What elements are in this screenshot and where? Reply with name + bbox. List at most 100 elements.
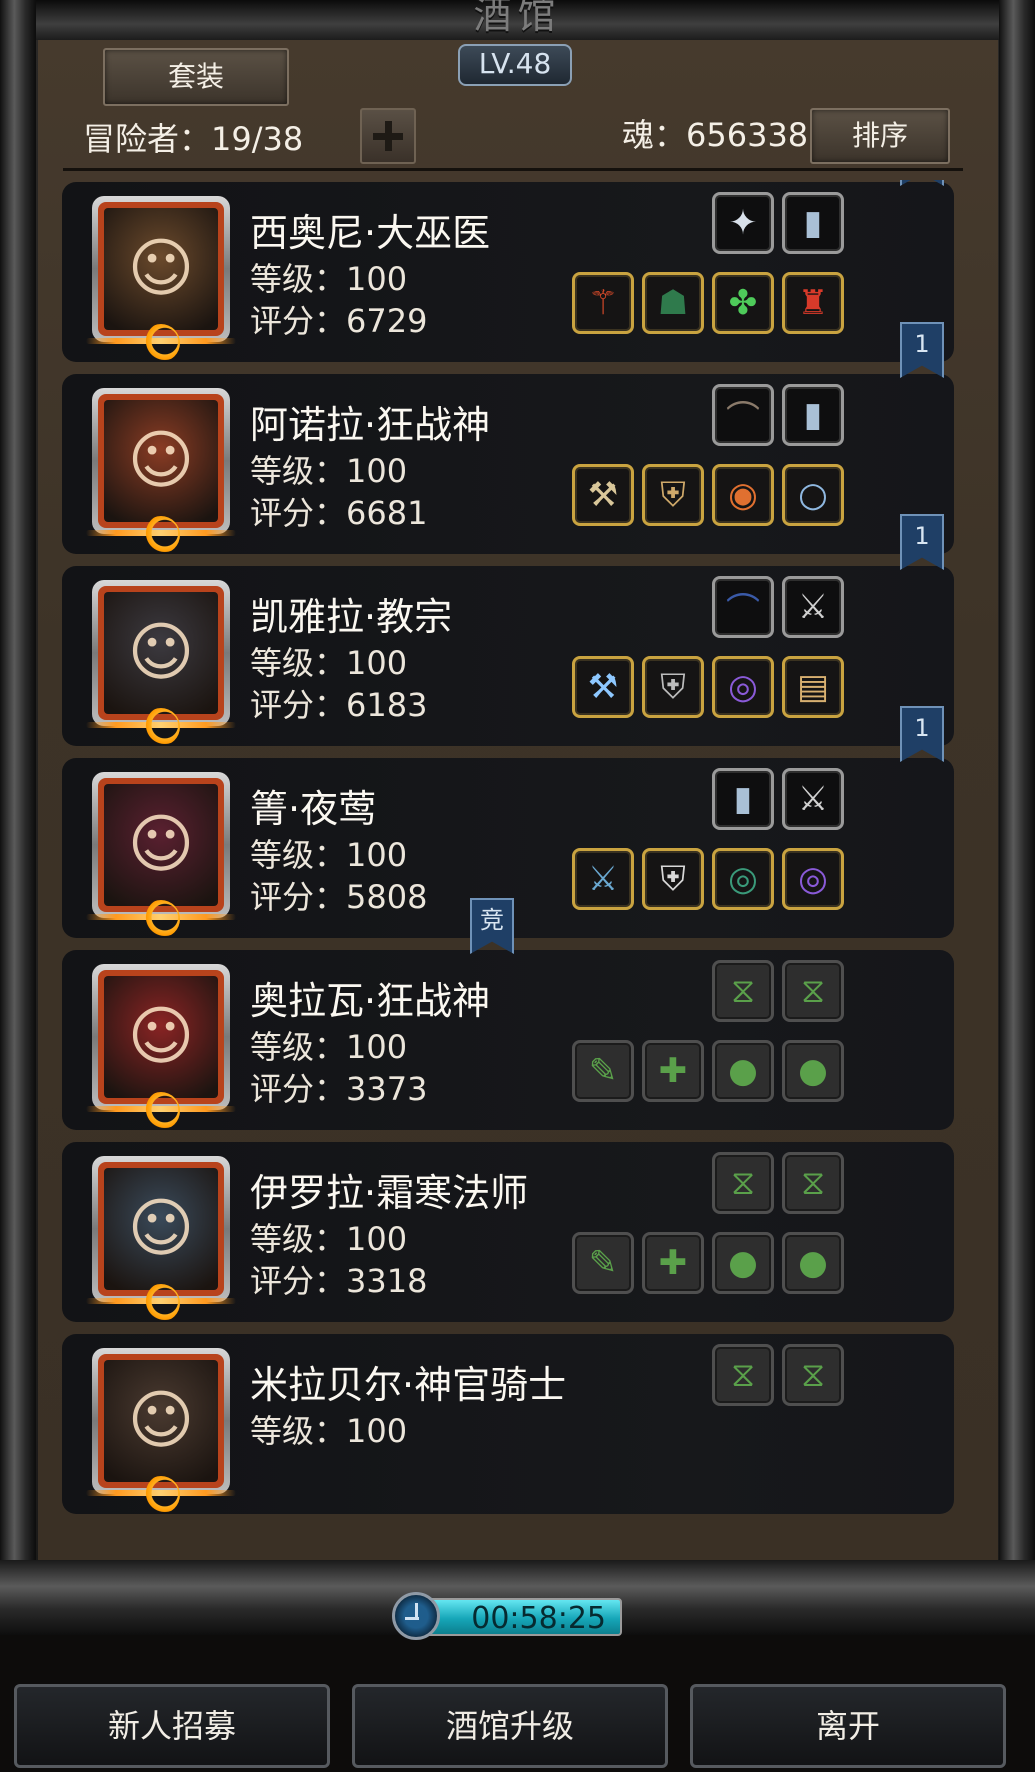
empty-weapon-icon[interactable]: ✎ [572, 1232, 634, 1294]
gem-icon[interactable]: ✤ [712, 272, 774, 334]
moon-icon [142, 1092, 180, 1130]
soul-currency: 魂：656338 [622, 116, 809, 154]
frame-left-border [0, 0, 36, 1600]
moon-icon [142, 900, 180, 938]
hero-card[interactable]: ☺ 伊罗拉·霜寒法师 等级：100 评分：3318 ⧖ ⧖ ✎ ✚ ● ● [62, 1142, 954, 1322]
sword-icon[interactable]: ⚔ [572, 848, 634, 910]
hero-card[interactable]: ☺ 奥拉瓦·狂战神 等级：100 评分：3373 ⧖ ⧖ ✎ ✚ ● ● [62, 950, 954, 1130]
empty-slot-icon[interactable]: ⧖ [712, 1344, 774, 1406]
timer-value: 00:58:25 [422, 1598, 622, 1636]
hero-avatar: ☺ [104, 1168, 218, 1290]
book-icon[interactable]: ▮ [782, 384, 844, 446]
hero-portrait[interactable]: ☺ [86, 1156, 236, 1322]
hero-portrait[interactable]: ☺ [86, 388, 236, 554]
hero-portrait[interactable]: ☺ [86, 1348, 236, 1514]
book-icon[interactable]: ▮ [712, 768, 774, 830]
empty-ring-icon[interactable]: ● [782, 1232, 844, 1294]
hero-card[interactable]: ☺ 凯雅拉·教宗等级：100 评分：6183 ⌒ ⚔ ⚒ ⛨ ◎ ▤ [62, 566, 954, 746]
bracer-icon[interactable]: ⌒ [712, 384, 774, 446]
amulet-icon[interactable]: ◉ [712, 464, 774, 526]
hero-name: 凯雅拉·教宗 [250, 595, 453, 639]
moon-icon [142, 1476, 180, 1514]
moon-icon [142, 324, 180, 362]
hero-card[interactable]: ☺ 米拉贝尔·神官骑士等级：100 ⧖ ⧖ [62, 1334, 954, 1514]
hammer-icon[interactable]: ⚒ [572, 656, 634, 718]
scroll-icon[interactable]: ▤ [782, 656, 844, 718]
armor-icon[interactable]: ⛨ [642, 464, 704, 526]
sigil-icon[interactable]: ✦ [712, 192, 774, 254]
hero-portrait[interactable]: ☺ [86, 196, 236, 362]
hero-avatar: ☺ [104, 784, 218, 906]
cloak-icon[interactable]: ☗ [642, 272, 704, 334]
empty-armor-icon[interactable]: ✚ [642, 1040, 704, 1102]
coat-icon[interactable]: ⛨ [642, 656, 704, 718]
hero-name: 奥拉瓦·狂战神 [250, 979, 491, 1023]
hero-name: 阿诺拉·狂战神 [250, 403, 491, 447]
adventurer-count: 冒险者：19/38 [83, 120, 304, 158]
empty-ring-icon[interactable]: ● [782, 1040, 844, 1102]
hero-level: 等级：100 [250, 260, 408, 298]
hero-level: 等级：100 [250, 1028, 408, 1066]
empty-slot-icon[interactable]: ⧖ [782, 1152, 844, 1214]
dagger-icon[interactable]: ⚔ [782, 576, 844, 638]
sort-button[interactable]: 排序 [810, 108, 950, 164]
hero-score: 评分：6183 [250, 686, 428, 724]
hero-card[interactable]: ☺ 西奥尼·大巫医等级：100 评分：6729 ✦ ▮ ⚚ ☗ ✤ ♜ [62, 182, 954, 362]
bangle-icon[interactable]: ◎ [782, 848, 844, 910]
staff-icon[interactable]: ⚚ [572, 272, 634, 334]
ring-icon[interactable]: ○ [782, 464, 844, 526]
tavern-upgrade-button[interactable]: 酒馆升级 [352, 1684, 668, 1768]
robe-icon[interactable]: ♜ [782, 272, 844, 334]
hero-avatar: ☺ [104, 208, 218, 330]
axe-icon[interactable]: ⚒ [572, 464, 634, 526]
hero-score: 评分：6681 [250, 494, 428, 532]
suit-button[interactable]: 套装 [103, 48, 289, 106]
add-adventurer-slot-button[interactable] [360, 108, 416, 164]
empty-slot-icon[interactable]: ⧖ [782, 1344, 844, 1406]
empty-ring-icon[interactable]: ● [712, 1232, 774, 1294]
clock-icon [392, 1592, 440, 1640]
hero-name: 米拉贝尔·神官骑士 [250, 1363, 567, 1407]
book-icon[interactable]: ▮ [782, 192, 844, 254]
header-divider [63, 168, 963, 171]
empty-slot-icon[interactable]: ⧖ [712, 1152, 774, 1214]
rank-flag: 1 [900, 706, 944, 762]
hero-name: 伊罗拉·霜寒法师 [250, 1171, 529, 1215]
hero-score: 评分：3318 [250, 1262, 428, 1300]
tavern-level-badge: LV.48 [458, 44, 572, 86]
bow-icon[interactable]: ⌒ [712, 576, 774, 638]
hero-level: 等级：100 [250, 1412, 408, 1450]
hero-score: 评分：6729 [250, 302, 428, 340]
moon-icon [142, 708, 180, 746]
bangle-icon[interactable]: ◎ [712, 656, 774, 718]
hero-avatar: ☺ [104, 1360, 218, 1482]
hero-portrait[interactable]: ☺ [86, 964, 236, 1130]
frame-right-border [999, 0, 1035, 1600]
hero-portrait[interactable]: ☺ [86, 580, 236, 746]
hero-list[interactable]: ☺西奥尼·大巫医等级：100评分：6729✦▮⚚☗✤♜1☺阿诺拉·狂战神等级：1… [58, 180, 978, 1568]
hero-level: 等级：100 [250, 452, 408, 490]
hero-score: 评分：5808 [250, 878, 428, 916]
hero-avatar: ☺ [104, 400, 218, 522]
panel-title: 酒馆 [473, 0, 562, 37]
moon-icon [142, 516, 180, 554]
empty-slot-icon[interactable]: ⧖ [712, 960, 774, 1022]
bracelet-icon[interactable]: ◎ [712, 848, 774, 910]
dagger-icon[interactable]: ⚔ [782, 768, 844, 830]
rank-flag: 1 [900, 514, 944, 570]
leave-button[interactable]: 离开 [690, 1684, 1006, 1768]
hero-level: 等级：100 [250, 644, 408, 682]
hero-avatar: ☺ [104, 976, 218, 1098]
vest-icon[interactable]: ⛨ [642, 848, 704, 910]
refresh-timer: 00:58:25 [392, 1590, 636, 1640]
empty-weapon-icon[interactable]: ✎ [572, 1040, 634, 1102]
hero-card[interactable]: ☺ 阿诺拉·狂战神等级：100 评分：6681 ⌒ ▮ ⚒ ⛨ ◉ ○ [62, 374, 954, 554]
recruit-button[interactable]: 新人招募 [14, 1684, 330, 1768]
empty-slot-icon[interactable]: ⧖ [782, 960, 844, 1022]
moon-icon [142, 1284, 180, 1322]
hero-portrait[interactable]: ☺ [86, 772, 236, 938]
empty-ring-icon[interactable]: ● [712, 1040, 774, 1102]
empty-armor-icon[interactable]: ✚ [642, 1232, 704, 1294]
hero-score: 评分：3373 [250, 1070, 428, 1108]
hero-name: 西奥尼·大巫医 [250, 211, 491, 255]
